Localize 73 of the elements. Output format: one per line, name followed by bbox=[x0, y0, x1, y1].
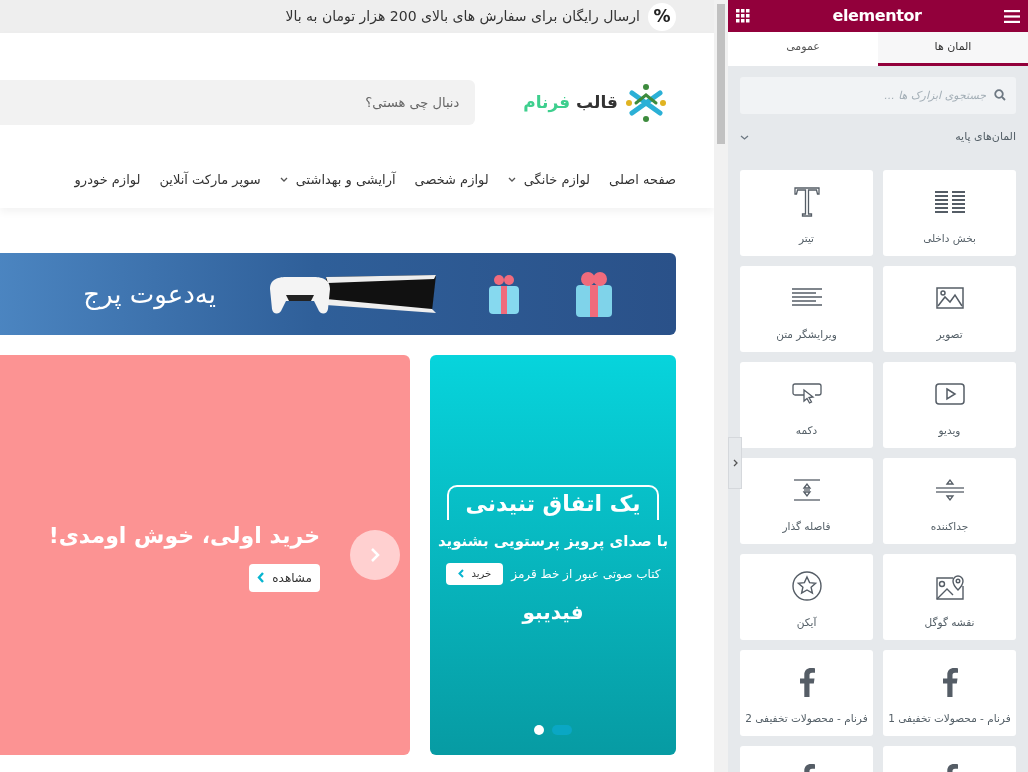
columns-icon bbox=[934, 191, 965, 213]
next-slide-button[interactable] bbox=[350, 530, 400, 580]
gift-drawing bbox=[486, 272, 522, 316]
chevron-right-icon bbox=[732, 459, 738, 467]
chevron-left-icon bbox=[457, 569, 464, 578]
chevron-left-icon bbox=[257, 572, 265, 583]
buy-button[interactable]: خرید bbox=[445, 562, 504, 585]
banner-text: یه‌دعوت پرج bbox=[83, 277, 216, 312]
nav-link[interactable]: آرایشی و بهداشتی bbox=[279, 170, 396, 190]
nav-link[interactable]: صفحه اصلی bbox=[609, 170, 676, 190]
widget-card[interactable]: دکمه bbox=[740, 362, 873, 448]
side-banner[interactable]: یک اتفاق تنیدنی با صدای پرویز پرستویی بشنوید کتاب صوتی عبور از خط قرمز خرید فیدیبو bbox=[430, 355, 676, 755]
nav-link[interactable]: لوازم شخصی bbox=[414, 170, 489, 190]
slide-title: خرید اولی، خوش اومدی! bbox=[48, 521, 320, 551]
widget-label: نقشه گوگل bbox=[924, 615, 975, 631]
banner-caption: کتاب صوتی عبور از خط قرمز bbox=[511, 565, 661, 583]
widget-card[interactable]: تیتر bbox=[740, 170, 873, 256]
widget-card[interactable]: آیکن bbox=[740, 554, 873, 640]
widget-label: ویرایشگر متن bbox=[776, 327, 837, 343]
widget-label: فرنام - محصولات تخفیفی 2 bbox=[745, 711, 868, 727]
spacer-icon bbox=[792, 479, 821, 501]
apps-grid-icon[interactable] bbox=[736, 9, 750, 23]
widget-label: تیتر bbox=[798, 231, 815, 247]
image-icon bbox=[935, 287, 964, 309]
nav-link[interactable]: لوازم خانگی bbox=[507, 170, 591, 190]
nav-link[interactable]: لوازم خودرو bbox=[74, 170, 141, 190]
view-button[interactable]: مشاهده bbox=[249, 563, 320, 592]
widget-card[interactable]: فرنام - محصولات تخفیفی 1 bbox=[883, 650, 1016, 736]
cursor-button-icon bbox=[791, 383, 822, 405]
chevron-down-icon bbox=[279, 177, 288, 183]
widget-card[interactable]: فاصله گذار bbox=[740, 458, 873, 544]
widget-card[interactable]: تصویر bbox=[883, 266, 1016, 352]
widget-search-field[interactable]: جستجوی ابزارک ها ... bbox=[740, 77, 1016, 114]
panel-tab[interactable]: المان ها bbox=[878, 32, 1028, 66]
facebook-icon bbox=[941, 667, 958, 697]
widget-card[interactable]: ویرایشگر متن bbox=[740, 266, 873, 352]
collapse-panel-button[interactable] bbox=[728, 437, 742, 489]
widget-label: بخش داخلی bbox=[923, 231, 976, 247]
announcement-text: ارسال رایگان برای سفارش های بالای 200 هزار تومان به بالا bbox=[285, 7, 640, 27]
widget-label: فرنام - محصولات تخفیفی 1 bbox=[888, 711, 1011, 727]
widget-label: آیکن bbox=[796, 615, 817, 631]
chevron-down-icon bbox=[507, 177, 516, 183]
banner-subtitle: با صدای پرویز پرستویی بشنوید bbox=[437, 531, 669, 553]
heading-icon bbox=[793, 187, 820, 217]
widget-label: تصویر bbox=[936, 327, 963, 343]
widget-label: دکمه bbox=[795, 423, 818, 438]
widget-label: ویدیو bbox=[938, 423, 961, 439]
menu-icon[interactable] bbox=[1004, 9, 1020, 23]
widget-label: فاصله گذار bbox=[782, 519, 831, 535]
scrollbar[interactable] bbox=[714, 0, 728, 772]
widget-card[interactable]: ویدیو bbox=[883, 362, 1016, 448]
category-toggle[interactable]: المان‌های پایه bbox=[728, 114, 1028, 160]
widget-card[interactable]: بخش داخلی bbox=[883, 170, 1016, 256]
map-pin-icon bbox=[935, 572, 964, 600]
chevron-right-icon bbox=[370, 547, 380, 563]
play-icon bbox=[934, 383, 965, 405]
percent-badge: % bbox=[648, 2, 676, 31]
facebook-icon bbox=[798, 667, 815, 697]
widget-label: جداکننده bbox=[930, 519, 969, 534]
nav-link[interactable]: سوپر مارکت آنلاین bbox=[159, 170, 261, 190]
divider-icon bbox=[934, 477, 965, 503]
widget-card[interactable]: جداکننده bbox=[883, 458, 1016, 544]
widget-card[interactable]: فرنام - محصولات تخفیفی 2 bbox=[740, 650, 873, 736]
logo-icon bbox=[626, 82, 666, 123]
text-lines-icon bbox=[791, 288, 822, 308]
widget-card[interactable]: نقشه گوگل bbox=[883, 554, 1016, 640]
search-field[interactable]: دنبال چی هستی؟ bbox=[0, 80, 476, 125]
logo-text: قالب فرنام bbox=[523, 90, 618, 115]
banner-headline: یک اتفاق تنیدنی bbox=[447, 485, 659, 520]
panel-logo: elementor bbox=[832, 5, 922, 27]
brand-text: فیدیبو bbox=[522, 598, 584, 626]
promo-banner[interactable]: یه‌دعوت پرج bbox=[0, 253, 676, 335]
search-icon bbox=[994, 89, 1006, 101]
